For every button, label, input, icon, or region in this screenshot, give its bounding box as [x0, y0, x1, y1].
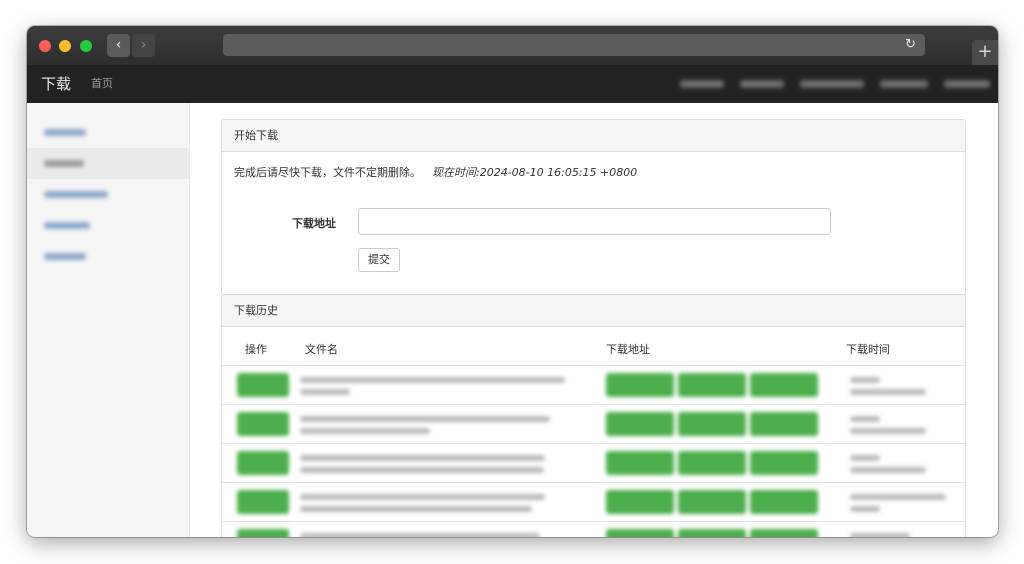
app-navbar: 下载 首页	[27, 65, 998, 103]
sidebar-item[interactable]	[27, 241, 190, 272]
row-time-blurred	[850, 412, 930, 440]
navbar-home-link[interactable]: 首页	[91, 65, 113, 103]
row-download-links	[606, 373, 818, 397]
sidebar-item[interactable]	[27, 210, 190, 241]
sidebar-item-label-blurred	[44, 129, 86, 136]
download-link-button[interactable]	[606, 373, 674, 397]
chevron-right-icon[interactable]: ›	[132, 34, 155, 57]
table-row	[222, 443, 965, 482]
row-time-blurred	[850, 529, 930, 537]
row-download-links	[606, 490, 818, 514]
browser-window: ‹ › ↻ + 下载 首页 开始下载 完成后请尽快下载，文件不定期删除。 现在时…	[27, 26, 998, 537]
row-action-button[interactable]	[237, 451, 289, 475]
current-time-text: 现在时间:2024-08-10 16:05:15 +0800	[432, 166, 638, 179]
minimize-window-button[interactable]	[59, 40, 71, 52]
address-bar[interactable]: ↻	[223, 34, 925, 56]
reload-icon[interactable]: ↻	[905, 34, 916, 56]
download-link-button[interactable]	[606, 451, 674, 475]
row-download-links	[606, 412, 818, 436]
table-row	[222, 521, 965, 537]
row-filename-blurred	[300, 373, 570, 401]
sidebar-item[interactable]	[27, 179, 190, 210]
column-header-time: 下载时间	[846, 343, 890, 356]
table-row	[222, 404, 965, 443]
sidebar-item-active[interactable]	[27, 148, 190, 179]
start-download-panel: 开始下载 完成后请尽快下载，文件不定期删除。 现在时间:2024-08-10 1…	[221, 119, 966, 295]
row-action-button[interactable]	[237, 412, 289, 436]
panel-heading: 开始下载	[222, 120, 965, 152]
download-link-button[interactable]	[678, 490, 746, 514]
column-header-action: 操作	[245, 343, 267, 356]
row-filename-blurred	[300, 412, 570, 440]
download-link-button[interactable]	[678, 529, 746, 537]
zoom-window-button[interactable]	[80, 40, 92, 52]
row-action-button[interactable]	[237, 490, 289, 514]
navbar-link-blurred[interactable]	[740, 80, 784, 88]
download-link-button[interactable]	[750, 412, 818, 436]
download-link-button[interactable]	[606, 490, 674, 514]
download-link-button[interactable]	[606, 412, 674, 436]
table-row	[222, 482, 965, 521]
download-link-button[interactable]	[750, 451, 818, 475]
row-download-links	[606, 451, 818, 475]
row-action-button[interactable]	[237, 373, 289, 397]
download-link-button[interactable]	[750, 529, 818, 537]
panel-heading: 下载历史	[222, 295, 965, 327]
row-time-blurred	[850, 451, 930, 479]
download-link-button[interactable]	[678, 412, 746, 436]
row-filename-blurred	[300, 529, 570, 537]
column-header-filename: 文件名	[305, 343, 338, 356]
close-window-button[interactable]	[39, 40, 51, 52]
url-field-label: 下载地址	[292, 217, 336, 230]
row-filename-blurred	[300, 490, 570, 518]
sidebar-item-label-blurred	[44, 191, 108, 198]
submit-button[interactable]: 提交	[358, 248, 400, 272]
sidebar-item-label-blurred	[44, 222, 90, 229]
navbar-brand[interactable]: 下载	[41, 65, 71, 103]
chevron-left-icon[interactable]: ‹	[107, 34, 130, 57]
navbar-link-blurred[interactable]	[880, 80, 928, 88]
navbar-link-blurred[interactable]	[800, 80, 864, 88]
download-url-input[interactable]	[358, 208, 831, 235]
row-filename-blurred	[300, 451, 570, 479]
navbar-right-links	[680, 65, 994, 103]
column-header-url: 下载地址	[606, 343, 650, 356]
row-action-button[interactable]	[237, 529, 289, 537]
browser-titlebar: ‹ › ↻ +	[27, 26, 998, 65]
navbar-link-blurred[interactable]	[944, 80, 990, 88]
navbar-link-blurred[interactable]	[680, 80, 724, 88]
row-download-links	[606, 529, 818, 537]
new-tab-button[interactable]: +	[972, 40, 998, 65]
row-time-blurred	[850, 373, 930, 401]
download-link-button[interactable]	[678, 373, 746, 397]
download-link-button[interactable]	[750, 490, 818, 514]
table-row	[222, 365, 965, 404]
notice-text: 完成后请尽快下载，文件不定期删除。	[234, 166, 421, 179]
download-link-button[interactable]	[750, 373, 818, 397]
download-history-panel: 下载历史 操作 文件名 下载地址 下载时间	[221, 294, 966, 537]
row-time-blurred	[850, 490, 950, 518]
sidebar	[27, 103, 190, 537]
sidebar-item-label-blurred	[44, 253, 86, 260]
download-link-button[interactable]	[606, 529, 674, 537]
download-link-button[interactable]	[678, 451, 746, 475]
sidebar-item-label-blurred	[44, 160, 84, 167]
sidebar-item[interactable]	[27, 117, 190, 148]
